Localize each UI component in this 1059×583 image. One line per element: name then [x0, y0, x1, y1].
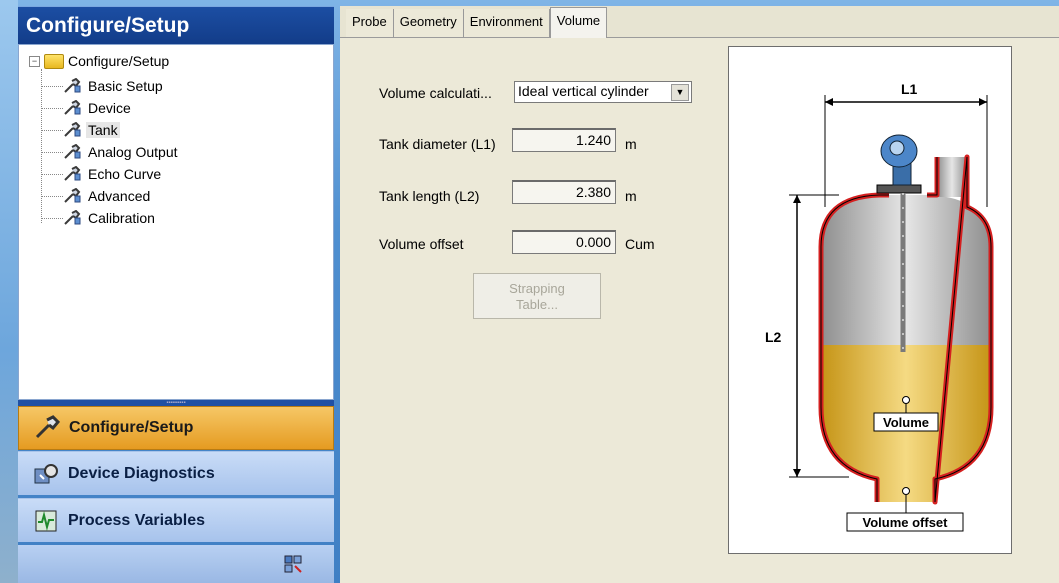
tank-diameter-label: Tank diameter (L1) [379, 136, 496, 152]
folder-icon [44, 53, 64, 69]
arrowhead-icon [979, 98, 987, 106]
volume-offset-marker [902, 487, 910, 495]
tab-volume[interactable]: Volume [549, 7, 608, 38]
wrench-icon [64, 122, 81, 137]
nav-label: Configure/Setup [69, 419, 194, 436]
tree-root-label: Configure/Setup [68, 53, 170, 69]
l1-label: L1 [901, 81, 918, 97]
panel-title: Configure/Setup [18, 6, 334, 45]
tank-length-unit: m [625, 188, 637, 204]
tree-item-label: Advanced [88, 188, 151, 204]
tree-item-basic-setup[interactable]: Basic Setup [41, 75, 165, 97]
tab-probe[interactable]: Probe [346, 9, 394, 37]
tank-diameter-unit: m [625, 136, 637, 152]
tree-connector [41, 107, 63, 109]
desktop-background [0, 0, 18, 583]
arrowhead-icon [793, 469, 801, 477]
collapse-icon[interactable]: − [29, 55, 40, 67]
tree-item-label: Calibration [88, 210, 155, 226]
wrench-icon [64, 144, 81, 159]
volume-offset-unit: Cum [625, 236, 655, 252]
tree-item-label: Analog Output [88, 144, 178, 160]
menu-tree: − Configure/Setup Basic Setup Device Tan… [18, 44, 334, 400]
button-label-line: Strapping [509, 281, 565, 296]
nav-configure-setup[interactable]: Configure/Setup [18, 406, 334, 450]
volume-offset-label: Volume offset [379, 236, 464, 252]
tree-item-calibration[interactable]: Calibration [41, 207, 157, 229]
tank-length-input[interactable]: 2.380 [512, 180, 616, 204]
tank-diagram-svg: L1 L2 Volume Volume offset [765, 81, 994, 532]
tree-item-label: Echo Curve [88, 166, 162, 182]
button-label-line: Table... [516, 297, 558, 312]
volume-calc-value: Ideal vertical cylinder [518, 83, 649, 99]
wrench-icon [64, 78, 81, 93]
tree-item-label: Basic Setup [88, 78, 163, 94]
nav-device-diagnostics[interactable]: Device Diagnostics [18, 451, 334, 495]
gas-region [821, 195, 991, 345]
arrowhead-icon [793, 195, 801, 203]
transmitter-display [889, 140, 905, 156]
tab-strip: Probe Geometry Environment Volume [340, 6, 1059, 38]
nav-process-variables[interactable]: Process Variables [18, 498, 334, 542]
volume-offset-label: Volume offset [863, 515, 949, 530]
tab-geometry[interactable]: Geometry [393, 9, 464, 37]
nav-label: Process Variables [68, 511, 205, 529]
tree-connector [41, 129, 63, 131]
wrench-icon [64, 100, 81, 115]
tree-connector [41, 151, 63, 153]
chart-icon [35, 510, 57, 531]
l2-label: L2 [765, 329, 782, 345]
navigation-panel: Configure/Setup − Configure/Setup Basic … [18, 6, 334, 583]
tank-diagram: L1 L2 Volume Volume offset [728, 46, 1012, 554]
volume-label: Volume [883, 415, 929, 430]
tree-item-tank[interactable]: Tank [41, 119, 120, 141]
arrowhead-icon [825, 98, 833, 106]
tree-item-echo-curve[interactable]: Echo Curve [41, 163, 163, 185]
content-panel: Probe Geometry Environment Volume Volume… [340, 6, 1059, 583]
tank-diameter-input[interactable]: 1.240 [512, 128, 616, 152]
volume-calc-label: Volume calculati... [379, 85, 492, 101]
tank-length-label: Tank length (L2) [379, 188, 480, 204]
wrench-icon [64, 188, 81, 203]
tree-item-device[interactable]: Device [41, 97, 133, 119]
tree-root[interactable]: − Configure/Setup [29, 53, 169, 69]
nav-label: Device Diagnostics [68, 464, 215, 482]
tree-item-advanced[interactable]: Advanced [41, 185, 152, 207]
configure-buttons-icon[interactable] [284, 555, 302, 573]
tree-connector [41, 195, 63, 197]
tree-connector [41, 217, 63, 219]
wrench-icon [35, 415, 61, 439]
tree-connector [41, 85, 63, 87]
volume-calc-select[interactable]: Ideal vertical cylinder ▼ [514, 81, 692, 103]
strapping-table-button[interactable]: Strapping Table... [473, 273, 601, 319]
nav-footer [18, 545, 334, 583]
wrench-icon [64, 210, 81, 225]
flange [876, 184, 922, 194]
tree-item-label: Device [88, 100, 131, 116]
tree-connector [41, 173, 63, 175]
volume-marker [902, 396, 910, 404]
dropdown-arrow-icon[interactable]: ▼ [671, 84, 689, 101]
tree-item-label: Tank [86, 122, 120, 138]
tree-item-analog-output[interactable]: Analog Output [41, 141, 180, 163]
wrench-icon [64, 166, 81, 181]
diagnostics-icon [34, 463, 58, 483]
tab-environment[interactable]: Environment [463, 9, 550, 37]
volume-offset-input[interactable]: 0.000 [512, 230, 616, 254]
